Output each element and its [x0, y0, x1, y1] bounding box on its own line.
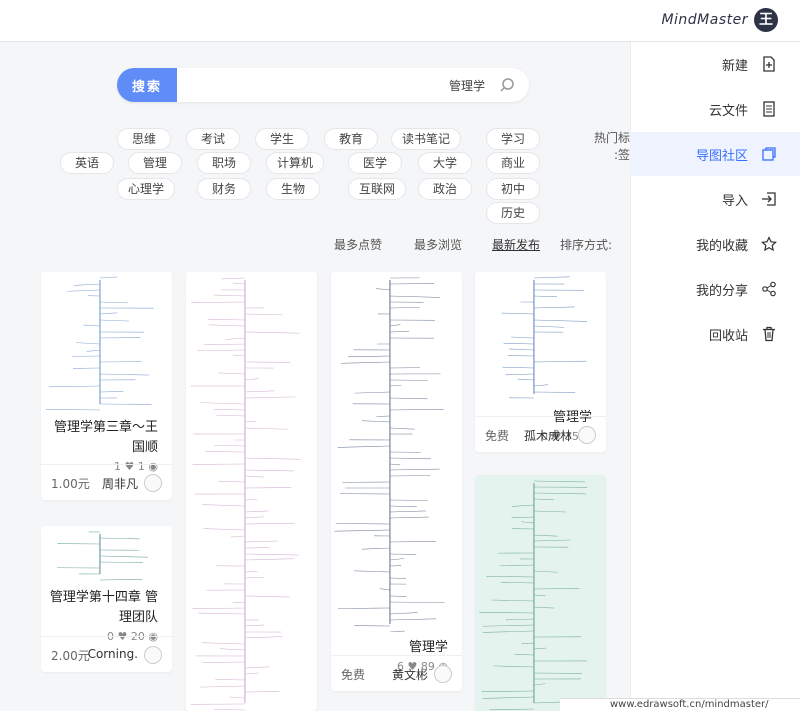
tag-chip[interactable]: 大学: [418, 152, 472, 174]
tag-chip[interactable]: 职场: [197, 152, 251, 174]
sidebar-item-label: 回收站: [708, 328, 748, 344]
tag-chip[interactable]: 英语: [60, 152, 114, 174]
sidebar-item-label: 我的分享: [695, 283, 748, 299]
share-icon: [760, 280, 778, 298]
price-label: 免费: [485, 429, 510, 443]
tag-chip[interactable]: 教育: [324, 128, 378, 150]
logo-text: MindMaster: [661, 12, 748, 28]
tag-chip[interactable]: 心理学: [117, 178, 176, 200]
tag-chip[interactable]: 商业: [486, 152, 540, 174]
card-title[interactable]: 管理学第三章～王国顺: [47, 418, 158, 458]
hot-tags-label: 热门标签:: [593, 131, 630, 162]
tag-chip[interactable]: 政治: [418, 178, 472, 200]
trash-icon: [760, 325, 778, 343]
sidebar-item-label: 新建: [721, 58, 748, 74]
new-file-icon: [760, 55, 778, 73]
sidebar-item-5[interactable]: 我的分享: [630, 267, 800, 311]
avatar[interactable]: [144, 474, 162, 492]
mindmap-card[interactable]: [186, 272, 317, 711]
author-name[interactable]: 周非凡: [102, 475, 138, 492]
sidebar-item-label: 云文件: [708, 103, 748, 119]
avatar[interactable]: [144, 646, 162, 664]
card-footer: 周非凡 1.00元: [41, 464, 172, 500]
import-icon: [760, 190, 778, 208]
tag-chip[interactable]: 初中: [486, 178, 540, 200]
author-name[interactable]: 黄文彬: [392, 666, 428, 683]
mindmap-thumbnail[interactable]: [475, 475, 606, 711]
price-label: 2.00元: [51, 649, 90, 663]
tag-chip[interactable]: 考试: [186, 128, 240, 150]
tag-chip[interactable]: 学习: [486, 128, 540, 150]
tag-chip[interactable]: 计算机: [266, 152, 325, 174]
mindmap-card[interactable]: 管理学6 ♥ 89 ◉ 黄文彬免费: [331, 272, 462, 691]
card-footer: Corning. 2.00元: [41, 636, 172, 672]
mindmap-card[interactable]: [475, 475, 606, 711]
mindmap-card[interactable]: 管理学第十四章 管理团队 0 ♥ 20 ◉ Corning. 2.00元: [41, 526, 172, 672]
search-input[interactable]: 管理学: [449, 77, 485, 94]
mindmap-thumbnail[interactable]: [331, 272, 462, 633]
community-icon: [760, 145, 778, 163]
search-button[interactable]: 搜索: [117, 68, 177, 102]
sidebar-item-4[interactable]: 我的收藏: [630, 222, 800, 266]
sidebar-item-3[interactable]: 导入: [630, 177, 800, 221]
search-icon: [499, 77, 515, 97]
card-footer: 黄文彬 免费: [331, 655, 462, 691]
tag-chip[interactable]: 医学: [348, 152, 402, 174]
tag-chip[interactable]: 思维: [117, 128, 171, 150]
tag-chip[interactable]: 历史: [486, 202, 540, 224]
mindmap-card[interactable]: 管理学0 ♥ 35 ◉ 孤木成林免费: [475, 272, 606, 452]
author-name[interactable]: Corning.: [88, 647, 138, 661]
author-name[interactable]: 孤木成林: [524, 427, 572, 444]
star-icon: [760, 235, 778, 253]
price-label: 免费: [341, 668, 366, 682]
price-label: 1.00元: [51, 477, 90, 491]
app-logo[interactable]: MindMaster 王: [661, 7, 778, 33]
tag-chip[interactable]: 管理: [128, 152, 182, 174]
cloud-file-icon: [760, 100, 778, 118]
sort-most-liked[interactable]: 最多点赞: [334, 236, 382, 253]
sidebar-item-2[interactable]: 导图社区: [630, 132, 800, 176]
card-footer: 孤木成林 免费: [475, 416, 606, 452]
mindmap-thumbnail[interactable]: [41, 272, 172, 412]
tag-chip[interactable]: 生物: [266, 178, 320, 200]
tag-chip[interactable]: 学生: [255, 128, 309, 150]
tag-chip[interactable]: 互联网: [348, 178, 407, 200]
mindmap-thumbnail[interactable]: [186, 272, 317, 711]
mindmap-card[interactable]: 管理学第三章～王国顺 1 ♥ 1 ◉ 周非凡 1.00元: [41, 272, 172, 500]
sidebar-item-0[interactable]: 新建: [630, 42, 800, 86]
status-url: www.edrawsoft.cn/mindmaster/: [560, 698, 800, 711]
sidebar-item-label: 导入: [721, 193, 748, 209]
mindmap-thumbnail[interactable]: [475, 272, 606, 402]
tag-chip[interactable]: 读书笔记: [391, 128, 462, 150]
sidebar-item-label: 我的收藏: [695, 238, 748, 254]
avatar[interactable]: [578, 426, 596, 444]
avatar[interactable]: [434, 665, 452, 683]
search-bar[interactable]: 搜索 管理学: [117, 68, 529, 102]
sidebar: 新建云文件导图社区导入我的收藏我的分享回收站: [630, 42, 800, 711]
main-content: 搜索 管理学 热门标签: 学习 读书笔记 教育 学生 考试 思维 商业 大学 医学 计算机 职场 管理…: [0, 42, 630, 711]
top-bar: MindMaster 王: [0, 0, 800, 42]
tag-chip[interactable]: 财务: [197, 178, 251, 200]
sidebar-item-1[interactable]: 云文件: [630, 87, 800, 131]
sort-label: 排序方式:: [560, 238, 613, 252]
card-title[interactable]: 管理学第十四章 管理团队: [47, 588, 158, 628]
sort-most-viewed[interactable]: 最多浏览: [414, 236, 462, 253]
mindmap-thumbnail[interactable]: [41, 526, 172, 582]
logo-mark-icon: 王: [754, 8, 778, 32]
sidebar-item-label: 导图社区: [695, 148, 748, 164]
sort-newest[interactable]: 最新发布: [492, 236, 540, 253]
sidebar-item-6[interactable]: 回收站: [630, 312, 800, 356]
